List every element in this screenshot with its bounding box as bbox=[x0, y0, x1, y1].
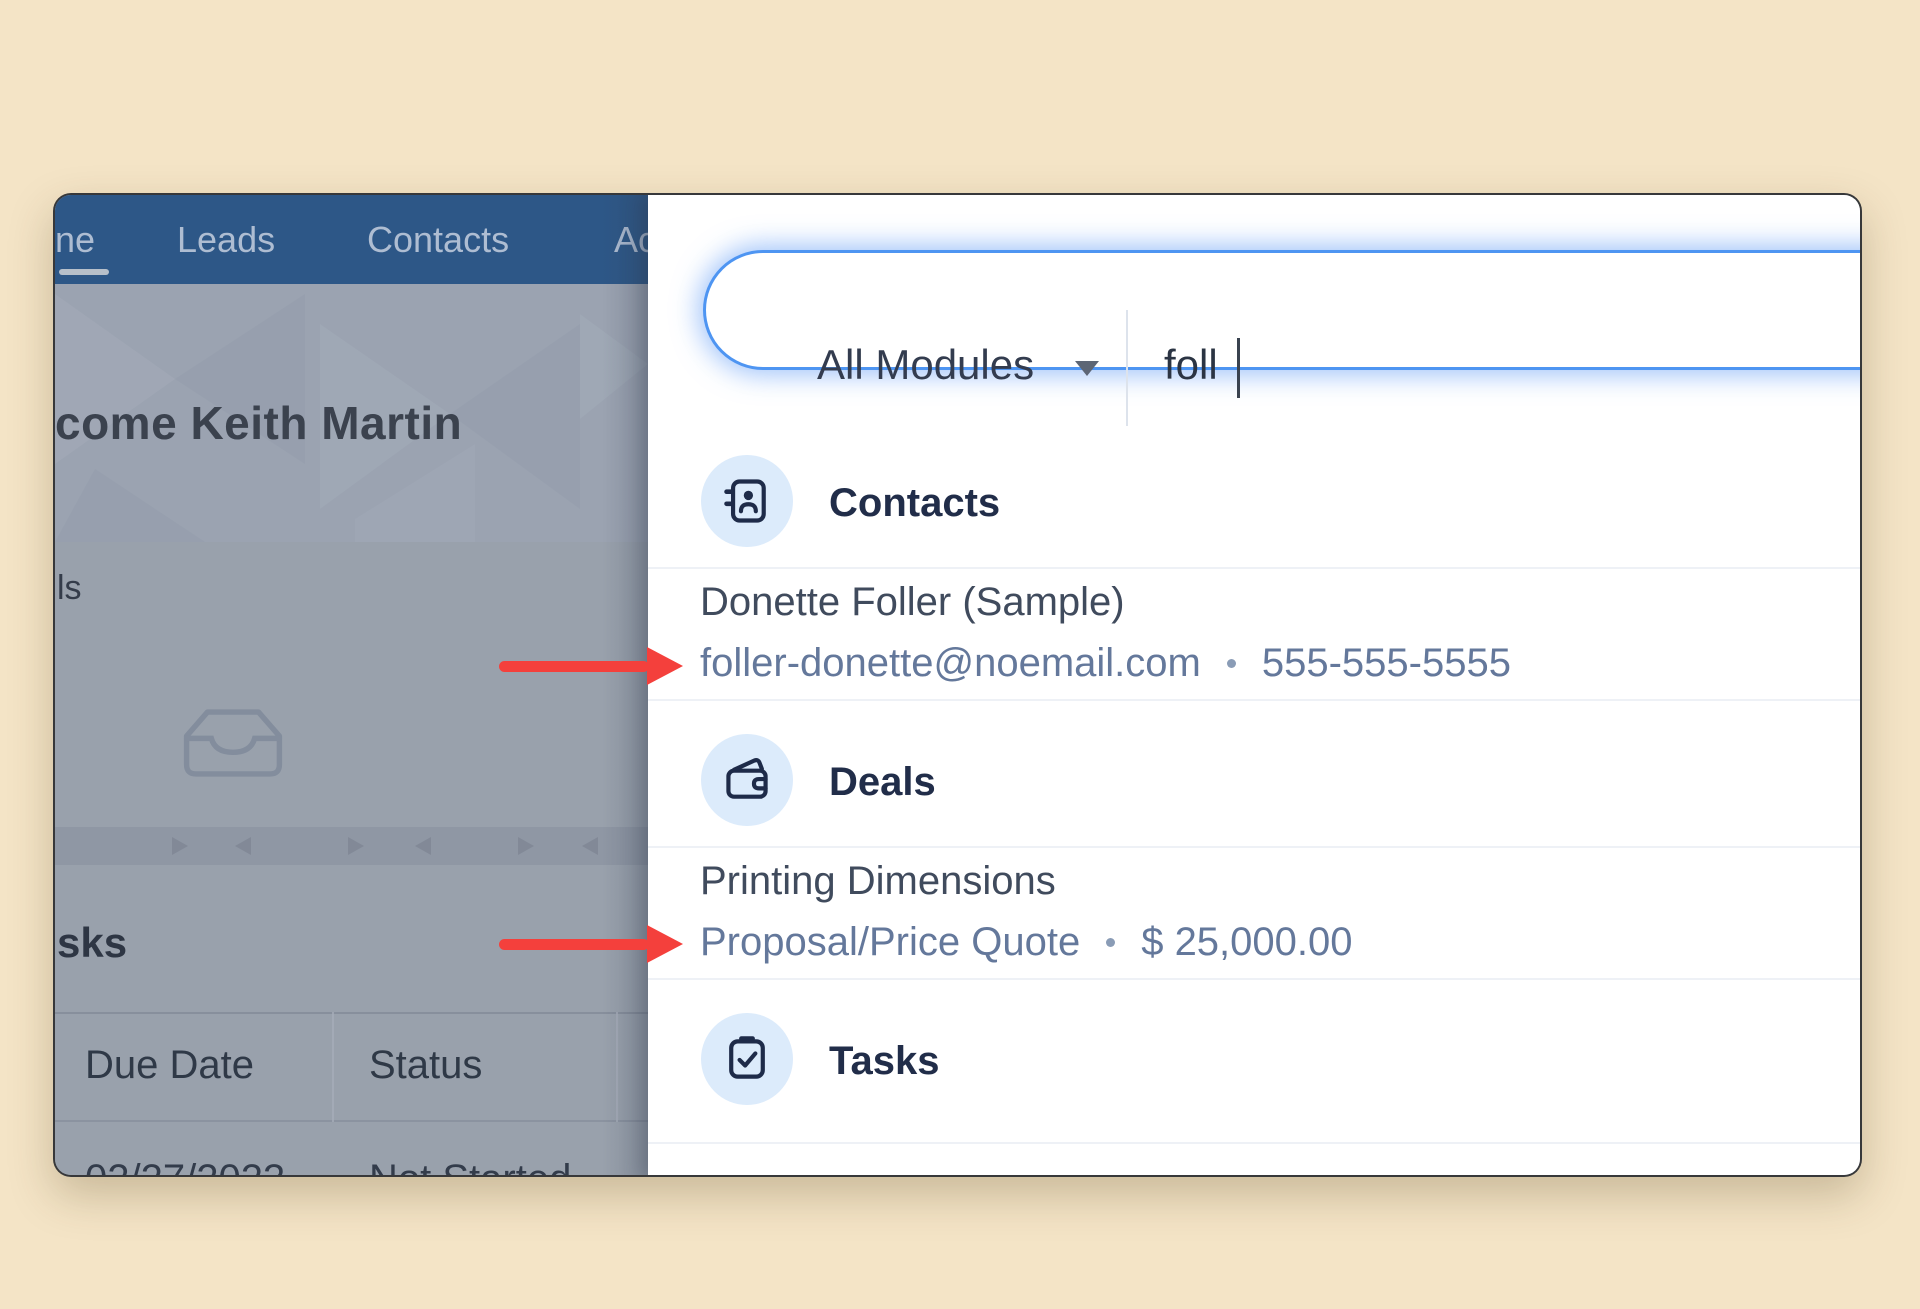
nav-item-leads[interactable]: Leads bbox=[177, 219, 275, 261]
divider bbox=[648, 1142, 1860, 1144]
table-header-bottom-border bbox=[55, 1120, 648, 1122]
deal-stage[interactable]: Proposal/Price Quote bbox=[700, 920, 1080, 965]
welcome-heading: come Keith Martin bbox=[55, 397, 463, 449]
top-navigation-bar: ne Leads Contacts Ac bbox=[55, 195, 648, 284]
carousel-arrows-pattern bbox=[172, 837, 598, 855]
search-input[interactable]: foll bbox=[1164, 341, 1218, 389]
chevron-down-icon[interactable] bbox=[1075, 361, 1099, 376]
text-cursor bbox=[1237, 338, 1240, 398]
deal-result-details[interactable]: Proposal/Price Quote $ 25,000.00 bbox=[700, 920, 1353, 965]
global-search-panel: All Modules foll Contacts Donette Foller… bbox=[648, 195, 1860, 1175]
contact-result-title[interactable]: Donette Foller (Sample) bbox=[700, 580, 1125, 625]
contact-phone[interactable]: 555-555-5555 bbox=[1262, 641, 1511, 686]
contacts-section-badge bbox=[701, 455, 793, 547]
dimmed-carousel-band bbox=[55, 827, 648, 865]
tasks-section-label: Tasks bbox=[829, 1039, 940, 1083]
app-window: ne Leads Contacts Ac come Keith Martin l… bbox=[53, 193, 1862, 1177]
divider bbox=[648, 978, 1860, 980]
contact-result-details[interactable]: foller-donette@noemail.com 555-555-5555 bbox=[700, 641, 1511, 686]
wallet-icon bbox=[726, 758, 768, 799]
table-cell-status: Not Started bbox=[369, 1157, 571, 1175]
screenshot-canvas: { "colors": { "bg": "#f4e4c6", "nav_blue… bbox=[0, 0, 1920, 1309]
deals-card-title-fragment: ls bbox=[57, 569, 82, 607]
dimmed-backdrop: ne Leads Contacts Ac come Keith Martin l… bbox=[55, 195, 648, 1175]
global-search-bar[interactable]: All Modules foll bbox=[703, 250, 1860, 426]
tasks-card-title-fragment: sks bbox=[57, 919, 128, 966]
table-header-top-border bbox=[55, 1012, 648, 1014]
module-scope-dropdown[interactable]: All Modules bbox=[817, 341, 1034, 389]
contact-email[interactable]: foller-donette@noemail.com bbox=[700, 641, 1201, 686]
task-check-icon bbox=[729, 1036, 765, 1079]
deal-amount[interactable]: $ 25,000.00 bbox=[1141, 920, 1352, 965]
contacts-section-label: Contacts bbox=[829, 481, 1001, 525]
nav-item-home-fragment[interactable]: ne bbox=[55, 219, 95, 261]
divider bbox=[648, 699, 1860, 701]
empty-inbox-icon bbox=[183, 709, 283, 777]
dot-separator-icon bbox=[1226, 659, 1236, 668]
divider bbox=[648, 846, 1860, 848]
panel-edge-shadow bbox=[602, 195, 648, 1175]
deals-section-label: Deals bbox=[829, 760, 936, 804]
deals-section-badge bbox=[701, 734, 793, 826]
divider bbox=[648, 567, 1860, 569]
table-cell-due-date: 02/27/2023 bbox=[85, 1157, 285, 1175]
table-header-due-date: Due Date bbox=[85, 1043, 254, 1087]
table-column-divider bbox=[332, 1012, 334, 1122]
active-tab-underline bbox=[59, 269, 109, 275]
tasks-section-badge bbox=[701, 1013, 793, 1105]
table-header-status: Status bbox=[369, 1043, 483, 1087]
deal-result-title[interactable]: Printing Dimensions bbox=[700, 859, 1056, 904]
contact-card-icon bbox=[724, 479, 766, 523]
search-bar-divider bbox=[1126, 310, 1128, 426]
nav-item-contacts[interactable]: Contacts bbox=[367, 219, 509, 261]
dot-separator-icon bbox=[1106, 938, 1116, 947]
